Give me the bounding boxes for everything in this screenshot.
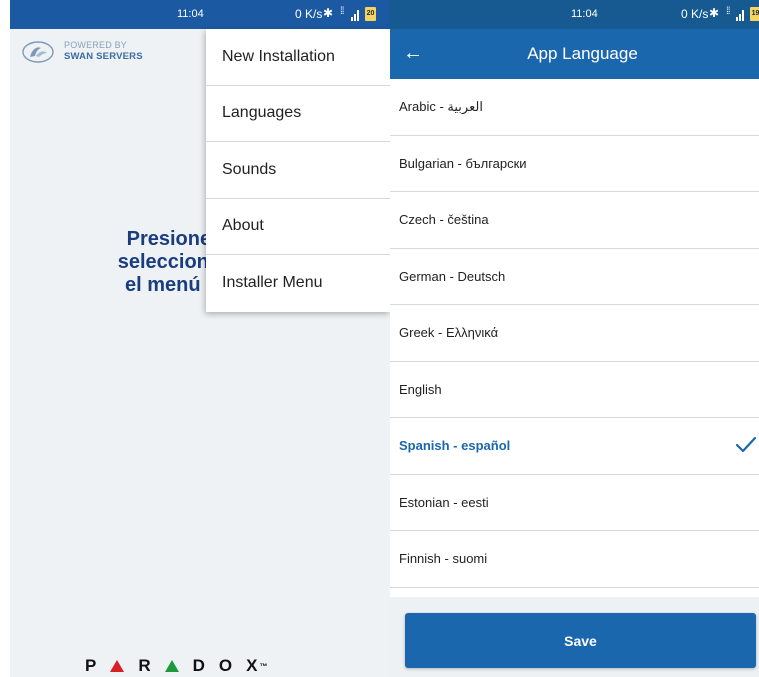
language-item-greek[interactable]: Greek - Ελληνικά (390, 305, 759, 362)
paradox-logo: P R D O X ™ (85, 655, 267, 677)
status-time: 11:04 (571, 8, 598, 20)
powered-by-text: POWERED BY (64, 40, 128, 50)
status-bar: 11:04 0 K/s ✱ ⁞⁞ 20 (10, 0, 390, 29)
brand-name: SWAN SERVERS (64, 51, 143, 62)
status-time: 11:04 (177, 8, 204, 20)
language-item-estonian[interactable]: Estonian - eesti (390, 475, 759, 531)
checkmark-icon (735, 436, 757, 453)
logo-letter: P (85, 656, 97, 675)
language-list: Arabic - العربية Bulgarian - български C… (390, 79, 759, 588)
language-item-spanish[interactable]: Spanish - español (390, 418, 759, 475)
vibrate-icon: ⁞⁞ (340, 6, 344, 17)
language-item-finnish[interactable]: Finnish - suomi (390, 531, 759, 588)
logo-letter: D (192, 656, 205, 675)
app-bar: ← App Language (390, 29, 759, 79)
language-item-bulgarian[interactable]: Bulgarian - български (390, 136, 759, 192)
language-label: English (399, 381, 442, 397)
menu-item-sounds[interactable]: Sounds (206, 142, 390, 199)
network-speed: 0 K/s (295, 7, 323, 21)
language-screen: 11:04 0 K/s ✱ ⁞⁞ 19 ← App Language Arabi… (390, 0, 759, 677)
language-item-arabic[interactable]: Arabic - العربية (390, 79, 759, 136)
language-label: Arabic - العربية (399, 98, 483, 114)
logo-letter: O (218, 656, 233, 675)
page-title: App Language (527, 44, 638, 63)
menu-item-new-installation[interactable]: New Installation (206, 29, 390, 86)
language-label: Finnish - suomi (399, 551, 488, 567)
language-label: Greek - Ελληνικά (399, 325, 499, 341)
language-item-english[interactable]: English (390, 362, 759, 418)
overflow-menu: New Installation Languages Sounds About … (206, 29, 390, 312)
bluetooth-icon: ✱ (709, 6, 720, 20)
language-label: Estonian - eesti (399, 494, 489, 510)
swan-logo-icon (22, 41, 54, 63)
menu-item-installer-menu[interactable]: Installer Menu (206, 255, 390, 312)
language-label: German - Deutsch (399, 268, 506, 284)
bottom-bar: Save (390, 597, 759, 677)
save-button[interactable]: Save (405, 613, 756, 668)
signal-icon (736, 9, 746, 21)
menu-item-about[interactable]: About (206, 199, 390, 255)
logo-letter: X (246, 656, 258, 675)
network-speed: 0 K/s (681, 7, 709, 21)
red-triangle-icon (110, 660, 125, 672)
language-item-czech[interactable]: Czech - čeština (390, 192, 759, 249)
menu-item-languages[interactable]: Languages (206, 86, 390, 142)
status-bar: 11:04 0 K/s ✱ ⁞⁞ 19 (390, 0, 759, 29)
logo-letter: R (138, 656, 151, 675)
signal-icon (351, 9, 361, 21)
trademark-symbol: ™ (259, 661, 268, 671)
battery-icon: 20 (365, 7, 376, 21)
green-triangle-icon (164, 660, 179, 672)
battery-icon: 19 (750, 7, 759, 21)
home-screen: 11:04 0 K/s ✱ ⁞⁞ 20 POWERED BY SWAN SERV… (10, 0, 390, 677)
language-item-german[interactable]: German - Deutsch (390, 249, 759, 305)
language-label: Spanish - español (399, 438, 511, 454)
vibrate-icon: ⁞⁞ (726, 6, 730, 17)
language-label: Czech - čeština (399, 212, 489, 228)
language-label: Bulgarian - български (399, 155, 527, 171)
bluetooth-icon: ✱ (323, 6, 334, 20)
